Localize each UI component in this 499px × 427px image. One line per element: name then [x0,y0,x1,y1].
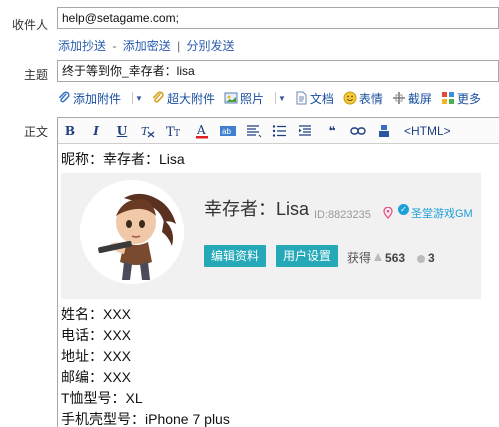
name-line: 姓名：XXX [61,306,132,322]
emoticon-label: 表情 [358,91,383,106]
nickname-line: 昵称：幸存者：Lisa [61,151,185,167]
large-attachment-button[interactable]: 超大附件 [151,90,215,107]
attachment-toolbar: 添加附件 ▼ 超大附件 照片 ▼ 文档 表情 截屏 更多 [57,89,490,107]
badges-value: 3 [428,251,435,265]
screenshot-icon [392,91,406,105]
highlight-icon[interactable]: ab [220,123,236,139]
phone-line: 电话：XXX [61,327,132,343]
add-attachment-label: 添加附件 [73,91,122,106]
body-label: 正文 [23,125,48,139]
badge-icon [417,254,426,263]
document-icon [294,91,308,105]
toolbar-divider [132,92,134,104]
photo-button[interactable]: 照片 [224,90,264,107]
format-painter-icon[interactable] [376,123,392,139]
toolbar-divider [274,92,276,104]
points-value: 563 [385,251,406,265]
underline-button[interactable]: U [114,123,130,139]
bullet-list-icon[interactable] [272,123,288,139]
profile-stats: 获得 563 3 [347,248,444,269]
profile-name: 幸存者：Lisa [204,199,310,219]
verified-label: 圣堂游戏GM [411,208,473,220]
photo-dropdown-icon[interactable]: ▼ [278,94,286,103]
subject-label: 主题 [23,68,48,82]
gain-label: 获得 [347,251,372,265]
svg-text:A: A [196,123,206,137]
smiley-icon [343,91,357,105]
address-line: 地址：XXX [61,348,132,364]
italic-button[interactable]: I [88,123,104,139]
align-icon[interactable] [246,123,262,139]
font-size-icon[interactable]: TT [166,123,184,139]
recipients-input[interactable]: help@setagame.com; [57,7,499,29]
recipient-options: 添加抄送 - 添加密送 | 分别发送 [58,37,235,54]
user-settings-button[interactable]: 用户设置 [276,245,339,267]
html-mode-button[interactable]: <HTML> [404,123,451,139]
document-button[interactable]: 文档 [294,90,334,107]
phone-case-line: 手机壳型号：iPhone 7 plus [61,411,230,427]
large-paperclip-icon [151,91,165,105]
link-icon[interactable] [350,123,366,139]
more-button[interactable]: 更多 [441,90,481,107]
points-icon [374,248,383,269]
paperclip-icon [57,91,71,105]
font-color-icon[interactable]: A [194,123,210,139]
svg-text:T: T [174,129,180,138]
bold-button[interactable]: B [62,123,78,139]
photo-icon [224,91,238,105]
large-attachment-label: 超大附件 [166,91,215,106]
document-label: 文档 [309,91,334,106]
clear-format-icon[interactable]: T [140,123,156,139]
body-content[interactable]: 昵称：幸存者：Lisa 幸存者：Lisa ID:8823235 ✓ 圣堂游戏GM… [58,144,499,427]
separate-send-link[interactable]: 分别发送 [187,39,235,53]
format-toolbar: B I U T TT A ab ❝ <HTML> [58,118,499,144]
verified-check-icon: ✓ [398,204,409,215]
attachment-dropdown-icon[interactable]: ▼ [135,94,143,103]
postcode-line: 邮编：XXX [61,369,132,385]
tshirt-line: T恤型号：XL [61,390,143,406]
link-separator: | [177,39,181,53]
svg-text:ab: ab [222,127,231,136]
profile-id: ID:8823235 [314,209,371,221]
link-separator: - [112,39,117,53]
more-label: 更多 [456,91,481,106]
add-attachment-button[interactable]: 添加附件 [57,90,121,107]
add-cc-link[interactable]: 添加抄送 [58,39,106,53]
indent-icon[interactable] [298,123,314,139]
body-editor[interactable]: B I U T TT A ab ❝ <HTML> 昵称：幸存者：Lisa 幸存者… [57,117,499,427]
screenshot-label: 截屏 [407,91,432,106]
profile-card: 幸存者：Lisa ID:8823235 ✓ 圣堂游戏GM 编辑资料 用户设置 获… [61,173,481,299]
avatar [80,180,184,284]
edit-profile-button[interactable]: 编辑资料 [204,245,267,267]
subject-input[interactable]: 终于等到你_幸存者：lisa [57,60,499,82]
add-bcc-link[interactable]: 添加密送 [123,39,171,53]
emoticon-button[interactable]: 表情 [343,90,383,107]
grid-icon [441,91,455,105]
photo-label: 照片 [239,91,264,106]
screenshot-button[interactable]: 截屏 [392,90,432,107]
quote-icon[interactable]: ❝ [324,123,340,139]
recipients-label: 收件人 [11,18,48,32]
location-pin-icon [383,204,393,219]
